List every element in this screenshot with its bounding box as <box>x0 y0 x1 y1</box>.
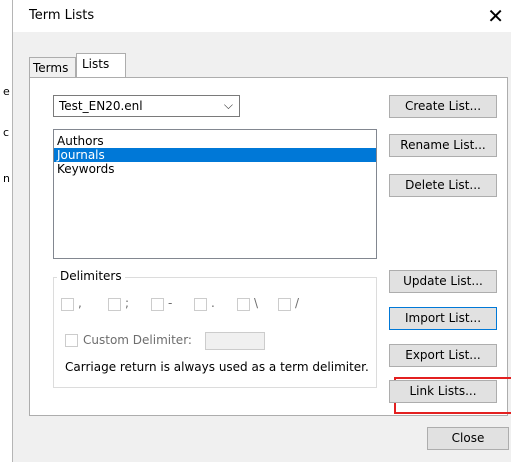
background-window-strip: e c n <box>0 0 12 462</box>
link-lists-button[interactable]: Link Lists... <box>389 380 497 403</box>
delimiter-backslash-checkbox[interactable] <box>237 298 250 311</box>
import-list-button[interactable]: Import List... <box>389 307 497 330</box>
create-list-button[interactable]: Create List... <box>389 95 497 118</box>
list-item-selected[interactable]: Journals <box>54 148 376 162</box>
background-text-fragment: e <box>3 85 10 98</box>
delete-list-button[interactable]: Delete List... <box>389 174 497 197</box>
delimiter-period-label: . <box>211 296 215 310</box>
background-text-fragment: n <box>3 172 10 185</box>
tab-terms[interactable]: Terms <box>29 57 76 77</box>
chevron-down-icon: ⌵ <box>223 98 233 112</box>
export-list-button[interactable]: Export List... <box>389 344 497 367</box>
background-text-fragment: c <box>3 126 10 139</box>
delimiter-backslash-label: \ <box>254 296 259 310</box>
lists-tab-panel: Test_EN20.enl ⌵ Authors Journals Keyword… <box>29 77 511 416</box>
delimiter-semicolon-label: ; <box>125 296 130 310</box>
custom-delimiter-checkbox[interactable] <box>65 334 78 347</box>
rename-list-button[interactable]: Rename List... <box>389 134 497 157</box>
close-button[interactable]: Close <box>427 427 509 450</box>
list-item[interactable]: Authors <box>54 134 376 148</box>
delimiter-hyphen-label: - <box>168 296 173 310</box>
list-item[interactable]: Keywords <box>54 162 376 176</box>
library-select-value: Test_EN20.enl <box>59 99 143 113</box>
tab-lists[interactable]: Lists <box>76 53 126 78</box>
title-bar: Term Lists ✕ <box>13 0 511 32</box>
delimiter-hyphen-checkbox[interactable] <box>151 298 164 311</box>
update-list-button[interactable]: Update List... <box>389 270 497 293</box>
delimiter-comma-checkbox[interactable] <box>61 298 74 311</box>
close-icon[interactable]: ✕ <box>487 4 504 28</box>
delimiter-semicolon-checkbox[interactable] <box>108 298 121 311</box>
delimiter-slash-label: / <box>295 296 300 310</box>
library-select[interactable]: Test_EN20.enl ⌵ <box>53 95 240 117</box>
delimiter-note: Carriage return is always used as a term… <box>65 360 369 374</box>
custom-delimiter-label: Custom Delimiter: <box>83 333 192 347</box>
term-list-box[interactable]: Authors Journals Keywords <box>53 129 377 259</box>
window-title: Term Lists <box>29 8 95 23</box>
delimiter-period-checkbox[interactable] <box>194 298 207 311</box>
term-lists-dialog: Term Lists ✕ Terms Lists Test_EN20.enl ⌵… <box>12 0 511 462</box>
delimiter-comma-label: , <box>78 296 82 310</box>
delimiter-slash-checkbox[interactable] <box>278 298 291 311</box>
custom-delimiter-input[interactable] <box>205 332 265 350</box>
delimiters-group-label: Delimiters <box>57 269 125 283</box>
